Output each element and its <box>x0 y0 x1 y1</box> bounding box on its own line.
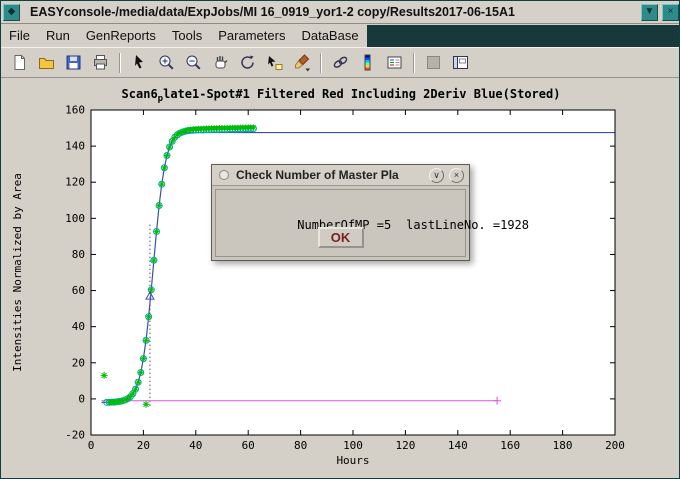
svg-text:Intensities Normalized by Area: Intensities Normalized by Area <box>11 173 24 372</box>
insert-colorbar-button[interactable] <box>355 50 380 75</box>
open-file-icon <box>37 53 56 72</box>
menu-tools[interactable]: Tools <box>164 25 210 47</box>
save-figure-icon <box>64 53 83 72</box>
zoom-in-button[interactable] <box>154 50 179 75</box>
edit-pointer-icon <box>130 53 149 72</box>
pan-hand-button[interactable] <box>208 50 233 75</box>
svg-text:0: 0 <box>78 392 85 405</box>
svg-text:80: 80 <box>72 248 85 261</box>
dialog-body: NumberOfMP =5lastLineNo. =1928 OK <box>215 189 466 257</box>
insert-legend-button[interactable] <box>382 50 407 75</box>
print-figure-icon <box>91 53 110 72</box>
menu-database[interactable]: DataBase <box>293 25 366 47</box>
new-figure-button[interactable] <box>7 50 32 75</box>
menubar-filler <box>367 25 680 47</box>
svg-text:80: 80 <box>294 439 307 452</box>
show-plot-tools-button[interactable] <box>448 50 473 75</box>
data-cursor-icon <box>265 53 284 72</box>
dialog-message: NumberOfMP =5lastLineNo. =1928 <box>225 204 529 246</box>
svg-text:100: 100 <box>343 439 363 452</box>
svg-text:160: 160 <box>65 104 85 117</box>
window-menu-icon[interactable]: ◆ <box>3 4 20 21</box>
svg-text:-20: -20 <box>65 429 85 442</box>
svg-text:Hours: Hours <box>336 454 369 467</box>
titlebar[interactable]: ◆ EASYconsole-/media/data/ExpJobs/MI 16_… <box>1 1 680 24</box>
menu-file[interactable]: File <box>1 25 38 47</box>
dialog-message-part2: lastLineNo. =1928 <box>406 218 529 232</box>
svg-text:120: 120 <box>395 439 415 452</box>
brush-data-icon <box>292 53 311 72</box>
menu-run[interactable]: Run <box>38 25 78 47</box>
svg-text:0: 0 <box>88 439 95 452</box>
chart-svg: 020406080100120140160180200-200204060801… <box>1 78 680 479</box>
pan-hand-icon <box>211 53 230 72</box>
dialog-check-number-of-master-plates: Check Number of Master Pla ∨ × NumberOfM… <box>211 164 470 261</box>
menu-parameters[interactable]: Parameters <box>210 25 293 47</box>
svg-text:200: 200 <box>605 439 625 452</box>
ok-button[interactable]: OK <box>318 227 364 248</box>
link-plot-icon <box>331 53 350 72</box>
menu-genreports[interactable]: GenReports <box>78 25 164 47</box>
data-cursor-button[interactable] <box>262 50 287 75</box>
dialog-minimize-button[interactable]: ∨ <box>429 168 444 183</box>
dialog-window-icon <box>219 170 229 180</box>
svg-text:40: 40 <box>72 320 85 333</box>
dialog-title: Check Number of Master Pla <box>236 168 424 182</box>
svg-text:40: 40 <box>189 439 202 452</box>
svg-text:20: 20 <box>72 356 85 369</box>
window-title: EASYconsole-/media/data/ExpJobs/MI 16_09… <box>22 5 639 19</box>
svg-text:60: 60 <box>242 439 255 452</box>
figure-canvas: Scan6plate1-Spot#1 Filtered Red Includin… <box>1 78 680 479</box>
toolbar-separator <box>320 53 322 73</box>
insert-legend-icon <box>385 53 404 72</box>
insert-colorbar-icon <box>358 53 377 72</box>
open-file-button[interactable] <box>34 50 59 75</box>
zoom-out-icon <box>184 53 203 72</box>
toolbar-separator <box>413 53 415 73</box>
app-window: ◆ EASYconsole-/media/data/ExpJobs/MI 16_… <box>0 0 680 479</box>
save-figure-button[interactable] <box>61 50 86 75</box>
menubar: File Run GenReports Tools Parameters Dat… <box>1 25 680 47</box>
toolbar-separator <box>119 53 121 73</box>
link-plot-button[interactable] <box>328 50 353 75</box>
close-button[interactable]: × <box>662 4 679 21</box>
svg-text:160: 160 <box>500 439 520 452</box>
minimize-button[interactable]: ▼ <box>641 4 658 21</box>
svg-text:140: 140 <box>448 439 468 452</box>
toolbar <box>1 47 680 78</box>
svg-text:100: 100 <box>65 212 85 225</box>
brush-data-button[interactable] <box>289 50 314 75</box>
hide-plot-tools-button[interactable] <box>421 50 446 75</box>
show-plot-tools-icon <box>451 53 470 72</box>
rotate-3d-button[interactable] <box>235 50 260 75</box>
edit-pointer-button[interactable] <box>127 50 152 75</box>
svg-text:140: 140 <box>65 140 85 153</box>
svg-text:120: 120 <box>65 176 85 189</box>
rotate-3d-icon <box>238 53 257 72</box>
zoom-out-button[interactable] <box>181 50 206 75</box>
svg-text:20: 20 <box>137 439 150 452</box>
svg-text:60: 60 <box>72 284 85 297</box>
dialog-close-button[interactable]: × <box>449 168 464 183</box>
hide-plot-tools-icon <box>424 53 443 72</box>
new-figure-icon <box>10 53 29 72</box>
print-figure-button[interactable] <box>88 50 113 75</box>
svg-text:180: 180 <box>553 439 573 452</box>
dialog-titlebar[interactable]: Check Number of Master Pla ∨ × <box>212 165 469 186</box>
zoom-in-icon <box>157 53 176 72</box>
